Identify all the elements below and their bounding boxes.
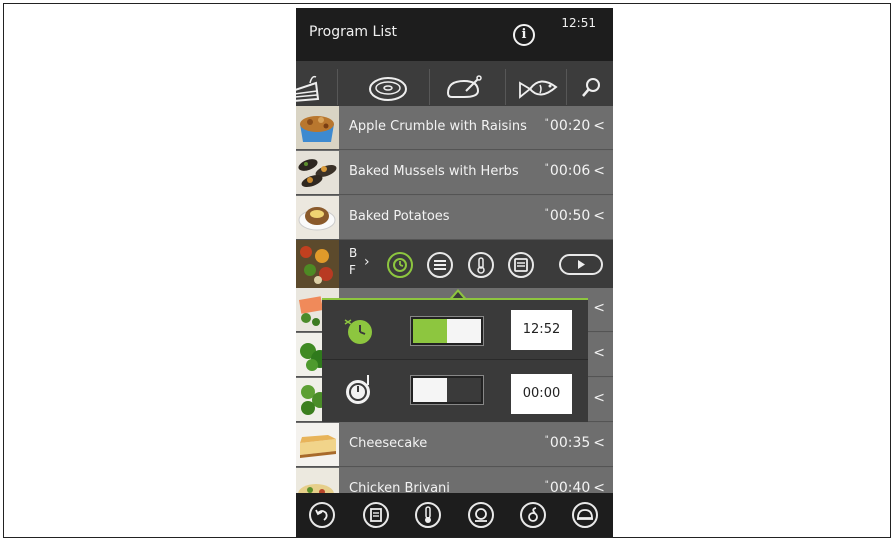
delayed-start-toggle[interactable]: [410, 316, 484, 346]
truncated-program-name: BF: [349, 246, 358, 277]
program-time: <: [590, 390, 605, 406]
info-icon[interactable]: i: [513, 24, 535, 46]
chevron-left-icon[interactable]: <: [593, 390, 605, 406]
page-title: Program List: [309, 24, 397, 40]
program-time: "00:35 <: [544, 435, 605, 451]
end-time-toggle[interactable]: [410, 375, 484, 405]
delta-icon[interactable]: [520, 502, 546, 528]
chevron-left-icon[interactable]: <: [593, 345, 605, 361]
program-time: "00:50 <: [544, 208, 605, 224]
timer-icon[interactable]: [387, 252, 413, 278]
apple-crumble-thumbnail: [296, 106, 339, 149]
delayed-start-icon: [342, 314, 376, 352]
chevron-left-icon[interactable]: <: [593, 435, 605, 451]
chevron-left-icon[interactable]: <: [593, 118, 605, 134]
program-time: "00:20 <: [544, 118, 605, 134]
toggle-on-fill: [413, 319, 447, 343]
separator: [505, 69, 506, 105]
dish-cover-icon[interactable]: [572, 502, 598, 528]
app-screen: Program List i 12:51 Apple Crumble with …: [296, 8, 613, 537]
separator: [337, 69, 338, 105]
list-item[interactable]: Apple Crumble with Raisins "00:20 <: [296, 106, 613, 150]
back-icon[interactable]: [309, 502, 335, 528]
program-time: "00:06 <: [544, 163, 605, 179]
list-item[interactable]: Baked Mussels with Herbs "00:06 <: [296, 151, 613, 195]
separator: [429, 69, 430, 105]
list-item[interactable]: Cheesecake "00:35 <: [296, 423, 613, 467]
clock: 12:51: [561, 16, 596, 30]
timer-settings-popup: 12:52 00:00: [322, 298, 588, 422]
divider: [322, 359, 588, 360]
toggle-knob: [413, 378, 447, 402]
end-time-clock-icon: [342, 373, 376, 411]
title-bar: Program List i 12:51: [296, 8, 613, 61]
toggle-knob: [447, 319, 481, 343]
steam-icon[interactable]: [468, 502, 494, 528]
thermometer-icon[interactable]: [468, 252, 494, 278]
list-item[interactable]: Baked Potatoes "00:50 <: [296, 196, 613, 240]
toggle-off-fill: [447, 378, 481, 402]
chevron-left-icon[interactable]: <: [593, 163, 605, 179]
program-name: Baked Mussels with Herbs: [349, 164, 519, 179]
book-icon[interactable]: [363, 502, 389, 528]
play-icon[interactable]: [559, 254, 603, 275]
program-name: Baked Potatoes: [349, 209, 450, 224]
chevron-left-icon[interactable]: <: [593, 300, 605, 316]
end-time-value[interactable]: 00:00: [511, 374, 572, 414]
recipe-book-icon[interactable]: [508, 252, 534, 278]
cheesecake-thumbnail: [296, 423, 339, 466]
vegetable-dish-thumbnail: [296, 240, 339, 288]
separator: [566, 69, 567, 105]
baked-potatoes-thumbnail: [296, 196, 339, 239]
program-name: Cheesecake: [349, 436, 428, 451]
program-time: <: [590, 345, 605, 361]
start-time-value[interactable]: 12:52: [511, 310, 572, 350]
chevron-right-icon[interactable]: ›: [364, 254, 370, 270]
bottom-toolbar: [296, 493, 613, 537]
core-probe-icon[interactable]: [415, 502, 441, 528]
baked-mussels-thumbnail: [296, 151, 339, 194]
list-icon[interactable]: [427, 252, 453, 278]
chevron-left-icon[interactable]: <: [593, 208, 605, 224]
program-action-bar: BF ›: [296, 240, 613, 288]
program-time: <: [590, 300, 605, 316]
program-name: Apple Crumble with Raisins: [349, 119, 527, 134]
